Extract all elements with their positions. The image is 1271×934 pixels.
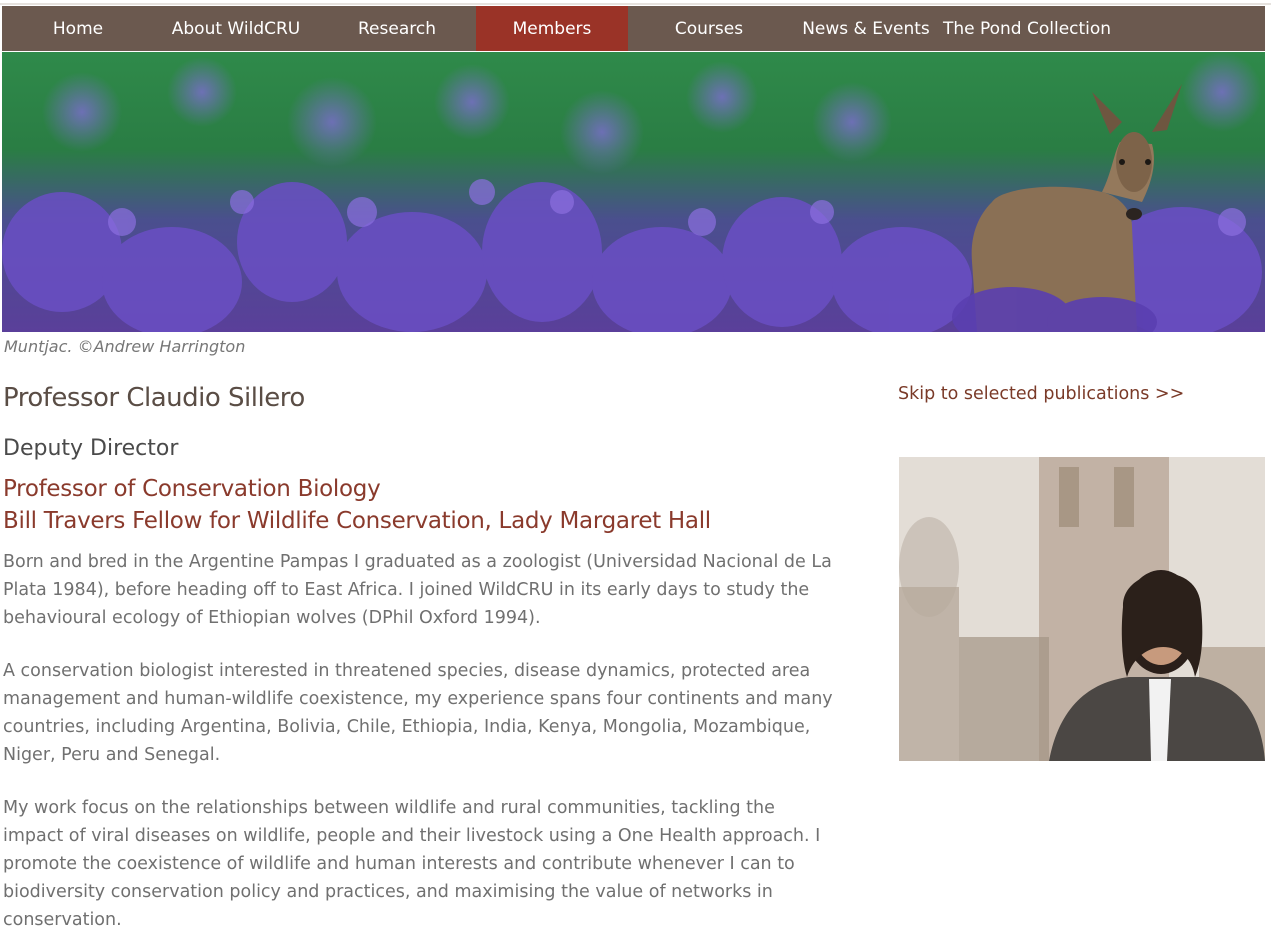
- profile-title-primary: Professor of Conservation Biology: [3, 476, 381, 502]
- banner-caption: Muntjac. ©Andrew Harrington: [4, 337, 246, 356]
- main-navigation: Home About WildCRU Research Members Cour…: [2, 6, 1265, 51]
- banner-image-muntjac: [2, 52, 1265, 332]
- nav-item-about[interactable]: About WildCRU: [154, 6, 318, 51]
- profile-role: Deputy Director: [3, 436, 179, 461]
- banner-illustration: [2, 52, 1265, 332]
- nav-item-home[interactable]: Home: [2, 6, 154, 51]
- nav-item-pond-collection[interactable]: The Pond Collection: [942, 6, 1112, 51]
- nav-item-members[interactable]: Members: [476, 6, 628, 51]
- profile-photo: [899, 457, 1265, 761]
- bio-paragraph-2: A conservation biologist interested in t…: [3, 661, 833, 765]
- skip-to-publications-link[interactable]: Skip to selected publications >>: [898, 384, 1184, 404]
- nav-item-research[interactable]: Research: [318, 6, 476, 51]
- profile-titles: Professor of Conservation Biology Bill T…: [3, 473, 711, 537]
- profile-title-secondary: Bill Travers Fellow for Wildlife Conserv…: [3, 508, 711, 534]
- top-rule: [0, 3, 1271, 5]
- bio-paragraph-3: My work focus on the relationships betwe…: [3, 798, 821, 930]
- portrait-illustration: [899, 457, 1265, 761]
- nav-item-courses[interactable]: Courses: [628, 6, 790, 51]
- bio-paragraph-1: Born and bred in the Argentine Pampas I …: [3, 552, 832, 628]
- profile-name: Professor Claudio Sillero: [3, 383, 305, 413]
- nav-item-news-events[interactable]: News & Events: [790, 6, 942, 51]
